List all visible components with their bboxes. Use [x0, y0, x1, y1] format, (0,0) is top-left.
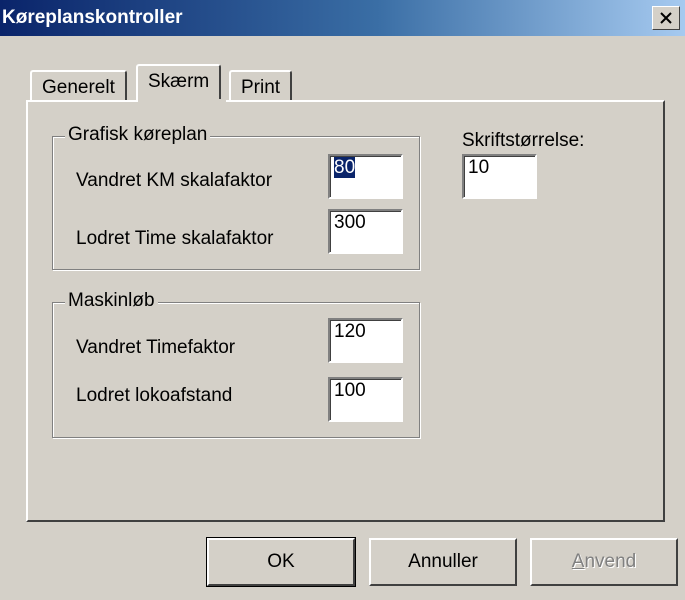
cancel-button-label: Annuller	[408, 551, 478, 572]
lodret-lokoafstand-field[interactable]: 100	[328, 377, 403, 422]
vandret-timefaktor-value: 120	[334, 321, 366, 342]
skriftstoerrelse-value: 10	[468, 157, 490, 178]
window-title: Køreplanskontroller	[2, 7, 183, 28]
vandret-timefaktor-field[interactable]: 120	[328, 318, 403, 363]
ok-button[interactable]: OK	[206, 537, 356, 587]
lodret-time-field[interactable]: 300	[328, 209, 403, 254]
skriftstoerrelse-label: Skriftstørrelse:	[462, 130, 585, 151]
dialog-window: Køreplanskontroller Generelt Skærm Print…	[0, 0, 685, 600]
close-icon	[660, 12, 672, 24]
tab-skaerm-label: Skærm	[148, 71, 210, 92]
apply-button[interactable]: Anvend	[530, 538, 678, 586]
vandret-timefaktor-label: Vandret Timefaktor	[76, 337, 236, 358]
tab-skaerm[interactable]: Skærm	[136, 64, 222, 102]
tab-print-label: Print	[241, 77, 281, 98]
tab-print[interactable]: Print	[229, 70, 293, 102]
lodret-lokoafstand-label: Lodret lokoafstand	[76, 385, 233, 406]
lodret-lokoafstand-value: 100	[334, 380, 366, 401]
ok-button-label: OK	[267, 551, 295, 572]
vandret-km-label: Vandret KM skalafaktor	[76, 170, 273, 191]
group-grafisk-legend: Grafisk køreplan	[65, 124, 211, 146]
vandret-km-field[interactable]: 80	[328, 154, 403, 199]
apply-button-label: nvend	[584, 551, 637, 572]
tab-generelt-label: Generelt	[42, 77, 115, 98]
cancel-button[interactable]: Annuller	[369, 538, 517, 586]
active-tab-joint	[138, 99, 226, 103]
close-button[interactable]	[652, 6, 680, 30]
vandret-km-value: 80	[334, 157, 356, 178]
apply-button-accel: A	[571, 551, 585, 572]
group-maskin-legend: Maskinløb	[65, 290, 158, 312]
title-bar: Køreplanskontroller	[0, 0, 685, 36]
lodret-time-label: Lodret Time skalafaktor	[76, 228, 274, 249]
skriftstoerrelse-field[interactable]: 10	[462, 154, 537, 199]
lodret-time-value: 300	[334, 212, 366, 233]
tab-generelt[interactable]: Generelt	[30, 70, 127, 102]
